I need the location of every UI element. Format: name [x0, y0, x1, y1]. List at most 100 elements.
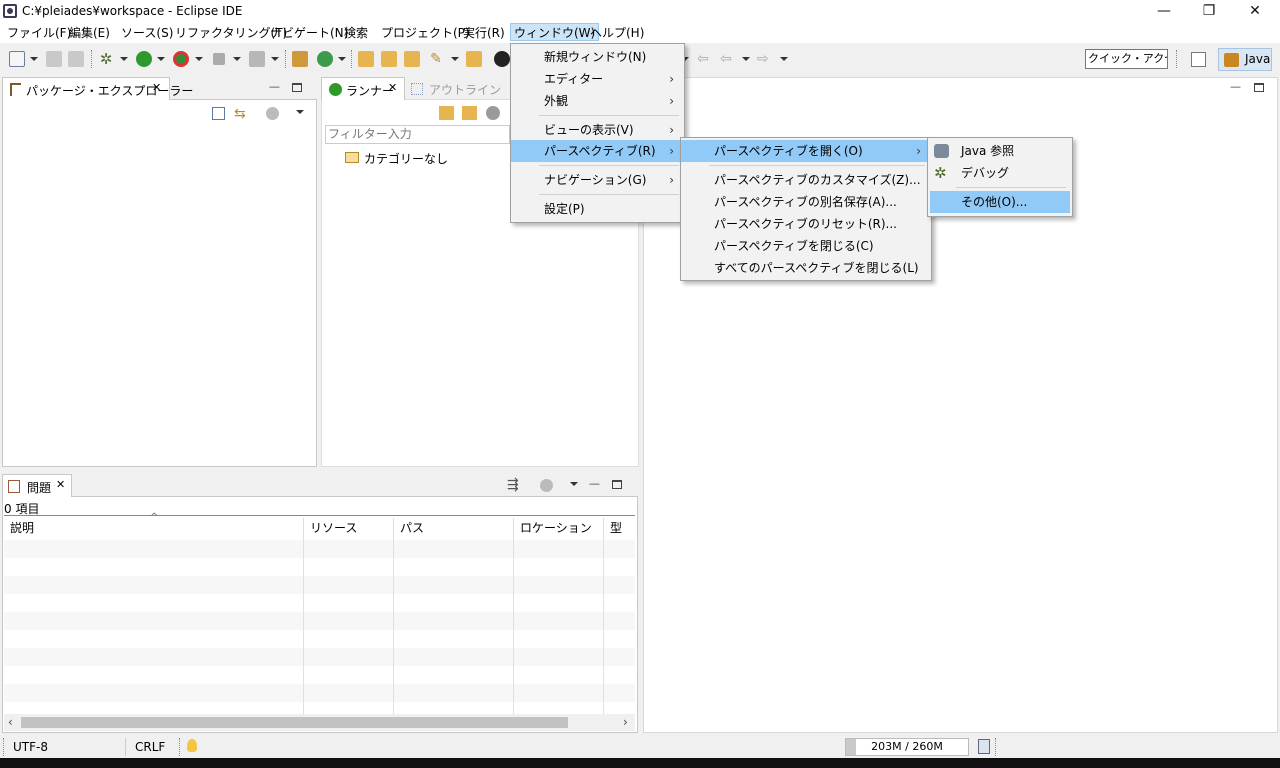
- menu-project[interactable]: プロジェクト(P): [378, 24, 473, 42]
- maximize-view-icon[interactable]: [292, 83, 302, 92]
- forward-icon[interactable]: ⇨: [757, 51, 773, 67]
- forward-dropdown-icon[interactable]: [780, 57, 788, 61]
- java-perspective-button[interactable]: Java: [1218, 48, 1272, 71]
- account-icon[interactable]: [494, 51, 510, 67]
- menu-window[interactable]: ウィンドウ(W): [510, 23, 600, 41]
- add-folder-icon[interactable]: [462, 106, 477, 120]
- new-java-project-icon[interactable]: [292, 51, 308, 67]
- column-description[interactable]: 説明: [4, 518, 304, 538]
- table-body: [4, 540, 635, 714]
- tree-item-no-category[interactable]: カテゴリーなし: [364, 150, 448, 167]
- external-tools-dropdown-icon[interactable]: [271, 57, 279, 61]
- restore-button[interactable]: ❐: [1186, 0, 1232, 22]
- coverage-dropdown-icon[interactable]: [195, 57, 203, 61]
- run-dropdown-icon[interactable]: [157, 57, 165, 61]
- close-tab-icon[interactable]: ✕: [388, 81, 397, 94]
- tab-problems[interactable]: 問題 ✕: [2, 474, 72, 497]
- menu-item-close-all-perspectives[interactable]: すべてのパースペクティブを閉じる(L): [681, 257, 931, 279]
- menu-help[interactable]: ヘルプ(H): [587, 24, 647, 42]
- minimize-view-icon[interactable]: —: [269, 80, 280, 93]
- tab-runner[interactable]: ランナー ✕: [321, 77, 405, 100]
- save-icon[interactable]: [46, 51, 62, 67]
- menu-item-navigation[interactable]: ナビゲーション(G) ›: [511, 169, 684, 191]
- filter-input[interactable]: フィルター入力: [325, 125, 510, 144]
- menu-item-save-perspective-as[interactable]: パースペクティブの別名保存(A)...: [681, 191, 931, 213]
- column-resource[interactable]: リソース: [304, 518, 394, 538]
- open-task-icon[interactable]: [381, 51, 397, 67]
- save-all-icon[interactable]: [68, 51, 84, 67]
- new-class-dropdown-icon[interactable]: [338, 57, 346, 61]
- search-tool-dropdown-icon[interactable]: [451, 57, 459, 61]
- stop-dropdown-icon[interactable]: [233, 57, 241, 61]
- add-runner-icon[interactable]: [439, 106, 454, 120]
- menu-item-java-browsing[interactable]: Java 参照: [928, 140, 1072, 162]
- column-path[interactable]: パス: [394, 518, 514, 538]
- close-button[interactable]: ✕: [1232, 0, 1278, 22]
- column-type[interactable]: 型: [604, 518, 635, 538]
- menu-run[interactable]: 実行(R): [460, 24, 508, 42]
- menu-item-reset-perspective[interactable]: パースペクティブのリセット(R)...: [681, 213, 931, 235]
- filters-icon[interactable]: [266, 107, 279, 120]
- new-dropdown-icon[interactable]: [30, 57, 38, 61]
- open-folder-icon[interactable]: [404, 51, 420, 67]
- horizontal-scrollbar[interactable]: ‹ ›: [4, 714, 635, 731]
- link-with-editor-icon[interactable]: ⇆: [234, 106, 246, 122]
- minimize-view-icon[interactable]: —: [589, 477, 600, 490]
- scroll-left-icon[interactable]: ‹: [8, 715, 13, 729]
- menu-item-new-window[interactable]: 新規ウィンドウ(N): [511, 46, 684, 68]
- focus-icon[interactable]: ⇶: [507, 477, 519, 493]
- filters-icon[interactable]: [540, 479, 553, 492]
- view-menu-icon[interactable]: [570, 482, 578, 486]
- menu-item-editor[interactable]: エディター ›: [511, 68, 684, 90]
- scroll-right-icon[interactable]: ›: [623, 715, 628, 729]
- open-type-icon[interactable]: [358, 51, 374, 67]
- run-icon[interactable]: [136, 51, 152, 67]
- collapse-all-icon[interactable]: [212, 107, 225, 120]
- coverage-icon[interactable]: [173, 51, 189, 67]
- menu-item-perspective[interactable]: パースペクティブ(R) ›: [511, 140, 684, 162]
- menu-item-other[interactable]: その他(O)...: [930, 191, 1070, 213]
- new-icon[interactable]: [9, 51, 25, 67]
- run-runner-icon[interactable]: [486, 106, 500, 120]
- column-divider: [393, 538, 394, 714]
- minimize-editor-icon[interactable]: —: [1230, 80, 1241, 93]
- tab-outline[interactable]: アウトライン: [410, 81, 501, 99]
- menu-item-debug[interactable]: ✲ デバッグ: [928, 162, 1072, 184]
- lightbulb-icon[interactable]: [187, 739, 197, 752]
- open-resource-icon[interactable]: [466, 51, 482, 67]
- new-class-icon[interactable]: [317, 51, 333, 67]
- heap-status[interactable]: 203M / 260M: [845, 738, 969, 756]
- menu-item-preferences[interactable]: 設定(P): [511, 198, 684, 220]
- view-menu-icon[interactable]: [296, 110, 304, 114]
- open-perspective-icon[interactable]: [1191, 52, 1206, 67]
- menu-source[interactable]: ソース(S): [118, 24, 176, 42]
- close-tab-icon[interactable]: ✕: [56, 478, 65, 491]
- quick-access-field[interactable]: クイック・アクセス: [1085, 49, 1168, 69]
- menu-edit[interactable]: 編集(E): [66, 24, 113, 42]
- debug-icon[interactable]: ✲: [98, 51, 114, 67]
- maximize-view-icon[interactable]: [612, 480, 622, 489]
- menu-item-close-perspective[interactable]: パースペクティブを閉じる(C): [681, 235, 931, 257]
- submenu-arrow-icon: ›: [916, 144, 921, 158]
- last-edit-icon[interactable]: ⇦: [697, 51, 713, 67]
- menu-item-open-perspective[interactable]: パースペクティブを開く(O) ›: [681, 140, 931, 162]
- back-icon[interactable]: ⇦: [720, 51, 736, 67]
- menu-search[interactable]: 検索: [341, 24, 371, 42]
- menu-file[interactable]: ファイル(F): [4, 24, 74, 42]
- menu-navigate[interactable]: ナビゲート(N): [267, 24, 351, 42]
- search-tool-icon[interactable]: ✎: [428, 51, 444, 67]
- close-tab-icon[interactable]: ✕: [152, 81, 161, 94]
- back-dropdown-icon[interactable]: [742, 57, 750, 61]
- debug-dropdown-icon[interactable]: [120, 57, 128, 61]
- menu-item-customize-perspective[interactable]: パースペクティブのカスタマイズ(Z)...: [681, 169, 931, 191]
- menu-item-appearance[interactable]: 外観 ›: [511, 90, 684, 112]
- scrollbar-thumb[interactable]: [21, 717, 568, 728]
- maximize-editor-icon[interactable]: [1254, 83, 1264, 92]
- tab-package-explorer[interactable]: パッケージ・エクスプローラー ✕: [2, 77, 193, 100]
- column-location[interactable]: ロケーション: [514, 518, 604, 538]
- stop-icon[interactable]: [213, 53, 225, 65]
- garbage-collect-icon[interactable]: [978, 739, 990, 754]
- menu-item-show-view[interactable]: ビューの表示(V) ›: [511, 119, 684, 141]
- external-tools-icon[interactable]: [249, 51, 265, 67]
- minimize-button[interactable]: —: [1141, 0, 1187, 22]
